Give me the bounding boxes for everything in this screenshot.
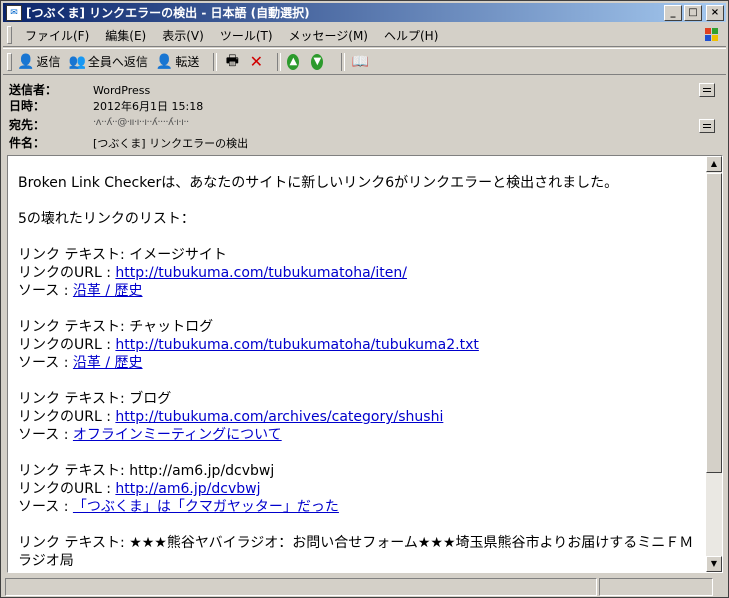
scroll-down-button[interactable]: ▼ — [706, 556, 722, 572]
header-toggle-button[interactable] — [699, 83, 715, 97]
reply-all-icon: 👥 — [68, 53, 86, 70]
address-book-icon: 📖 — [351, 53, 370, 70]
to-label: 宛先： — [9, 118, 46, 132]
from-label: 送信者： — [9, 83, 58, 97]
printer-icon: 🖶 — [225, 52, 239, 69]
mail-message-icon: ✉ — [6, 4, 22, 21]
link-url[interactable]: http://tubukuma.com/tubukumatoha/iten/ — [115, 265, 407, 281]
menu-message[interactable]: メッセージ(M) — [281, 27, 376, 44]
to-row: 宛先： ·ʌ··ʎ··@·ıı·ı··ı··ʎ····ʎ·ı·ı·· — [9, 116, 189, 133]
date-row: 日時： 2012年6月1日 15:18 — [9, 97, 203, 114]
link-source-line: ソース : オフラインミーティングについて — [18, 427, 282, 443]
link-text-line: リンク テキスト: ★★★熊谷ヤバイラジオ：お問い合せフォーム★★★埼玉県熊谷市… — [18, 535, 694, 569]
menu-grip[interactable] — [7, 26, 12, 44]
menu-view[interactable]: 表示(V) — [154, 27, 212, 44]
intro-text: Broken Link Checkerは、あなたのサイトに新しいリンク6がリンク… — [18, 175, 619, 191]
header-toggle-button[interactable] — [699, 119, 715, 133]
window-title: [つぶくま] リンクエラーの検出 - 日本語 (自動選択) — [26, 6, 310, 20]
source-link[interactable]: オフラインミーティングについて — [73, 427, 282, 443]
menu-bar: ファイル(F) 編集(E) 表示(V) ツール(T) メッセージ(M) ヘルプ(… — [3, 24, 726, 47]
status-cell-secondary — [599, 578, 713, 596]
scroll-up-button[interactable]: ▲ — [706, 156, 722, 172]
print-button[interactable]: 🖶 — [223, 53, 241, 71]
link-url-line: リンクのURL : http://am6.jp/dcvbwj — [18, 481, 261, 497]
date-value: 2012年6月1日 15:18 — [93, 100, 204, 113]
forward-label: 転送 — [175, 55, 200, 69]
toolbar: 👤 返信 👥 全員へ返信 👤 転送 🖶 ✕ ▲ ▼ 📖 — [3, 48, 726, 75]
delete-icon: ✕ — [249, 52, 264, 71]
toolbar-grip[interactable] — [7, 52, 12, 71]
next-button[interactable]: ▼ — [311, 53, 329, 71]
status-cell-main — [5, 578, 597, 596]
link-source-line: ソース : 沿革 / 歴史 — [18, 283, 143, 299]
subject-row: 件名： [つぶくま] リンクエラーの検出 — [9, 134, 248, 151]
previous-button[interactable]: ▲ — [287, 53, 305, 71]
forward-icon: 👤 — [155, 53, 174, 70]
window-controls: _ □ × — [664, 5, 724, 21]
link-url[interactable]: http://tubukuma.com/archives/category/sh… — [115, 409, 443, 425]
windows-logo-icon — [702, 25, 722, 45]
reply-button[interactable]: 👤 返信 — [17, 53, 60, 70]
from-value: WordPress — [93, 84, 151, 97]
source-link[interactable]: 沿革 / 歴史 — [73, 355, 143, 371]
subject-label: 件名： — [9, 136, 46, 150]
arrow-up-icon: ▲ — [287, 53, 300, 70]
subject-value: [つぶくま] リンクエラーの検出 — [93, 137, 249, 150]
from-row: 送信者： WordPress — [9, 81, 150, 98]
link-url-line: リンクのURL : http://tubukuma.com/tubukumato… — [18, 337, 479, 353]
link-url-line: リンクのURL : http://tubukuma.com/tubukumato… — [18, 265, 407, 281]
link-source-line: ソース : 沿革 / 歴史 — [18, 355, 143, 371]
toolbar-separator — [213, 52, 218, 71]
minimize-button[interactable]: _ — [664, 5, 682, 21]
maximize-button[interactable]: □ — [684, 5, 702, 21]
menu-help[interactable]: ヘルプ(H) — [376, 27, 446, 44]
source-link[interactable]: 「つぶくま」は「クマガヤッター」だった — [73, 499, 339, 515]
to-value: ·ʌ··ʎ··@·ıı·ı··ı··ʎ····ʎ·ı·ı·· — [93, 117, 189, 128]
link-url[interactable]: http://am6.jp/dcvbwj — [115, 481, 260, 497]
menu-file[interactable]: ファイル(F) — [17, 27, 97, 44]
reply-all-button[interactable]: 👥 全員へ返信 — [68, 53, 147, 70]
status-bar — [5, 578, 726, 596]
link-source-line: ソース : 「つぶくま」は「クマガヤッター」だった — [18, 499, 339, 515]
reply-all-label: 全員へ返信 — [87, 55, 148, 69]
toolbar-separator — [277, 52, 282, 71]
menu-tools[interactable]: ツール(T) — [212, 27, 281, 44]
link-text-line: リンク テキスト: チャットログ — [18, 319, 214, 335]
list-title: 5の壊れたリンクのリスト： — [18, 211, 195, 227]
arrow-down-icon: ▼ — [311, 53, 324, 70]
link-url[interactable]: http://tubukuma.com/tubukumatoha/tubukum… — [115, 337, 478, 353]
title-bar[interactable]: ✉ [つぶくま] リンクエラーの検出 - 日本語 (自動選択) _ □ × — [3, 3, 726, 22]
link-url-line: リンクのURL : http://tubukuma.com/archives/c… — [18, 409, 444, 425]
address-book-button[interactable]: 📖 — [351, 53, 369, 71]
link-text-line: リンク テキスト: http://am6.jp/dcvbwj — [18, 463, 275, 479]
message-body-pane[interactable]: Broken Link Checkerは、あなたのサイトに新しいリンク6がリンク… — [7, 155, 723, 573]
scroll-thumb[interactable] — [706, 173, 722, 473]
link-text-line: リンク テキスト: ブログ — [18, 391, 172, 407]
message-body: Broken Link Checkerは、あなたのサイトに新しいリンク6がリンク… — [18, 174, 698, 570]
date-label: 日時： — [9, 99, 46, 113]
close-button[interactable]: × — [706, 5, 724, 21]
mail-window: ✉ [つぶくま] リンクエラーの検出 - 日本語 (自動選択) _ □ × ファ… — [0, 0, 729, 598]
reply-icon: 👤 — [17, 53, 35, 70]
source-link[interactable]: 沿革 / 歴史 — [73, 283, 143, 299]
delete-button[interactable]: ✕ — [247, 52, 265, 71]
message-header: 送信者： WordPress 日時： 2012年6月1日 15:18 宛先： ·… — [9, 79, 721, 151]
vertical-scrollbar[interactable]: ▲ ▼ — [706, 156, 722, 572]
forward-button[interactable]: 👤 転送 — [156, 53, 199, 70]
menu-edit[interactable]: 編集(E) — [97, 27, 154, 44]
link-text-line: リンク テキスト: イメージサイト — [18, 247, 227, 263]
reply-label: 返信 — [36, 55, 61, 69]
toolbar-separator — [341, 52, 346, 71]
